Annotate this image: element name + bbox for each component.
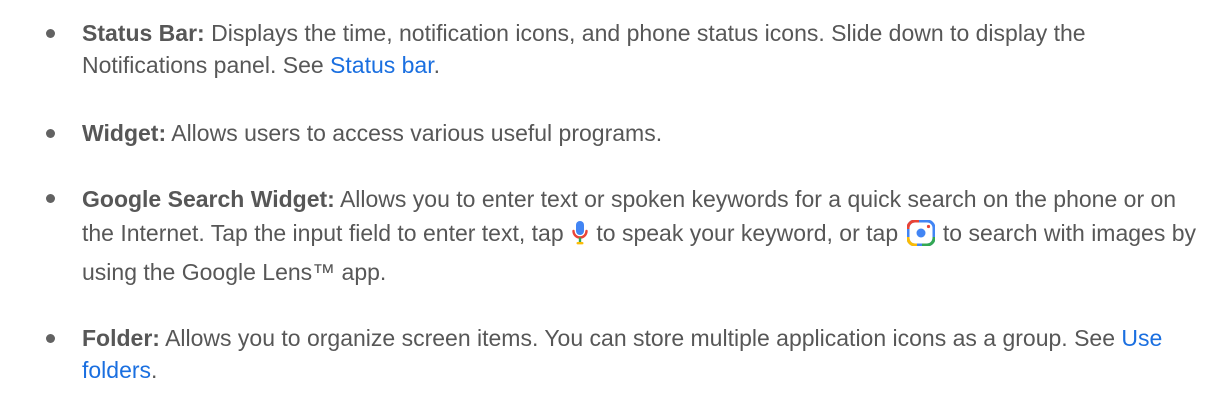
description-text: Allows users to access various useful pr… bbox=[166, 120, 663, 146]
list-item-text: Status Bar: Displays the time, notificat… bbox=[82, 17, 1202, 81]
term-label: Google Search Widget: bbox=[82, 186, 335, 212]
bullet-icon bbox=[46, 334, 55, 343]
punctuation: . bbox=[151, 357, 158, 383]
term-label: Status Bar: bbox=[82, 20, 205, 46]
microphone-icon bbox=[572, 220, 588, 255]
term-label: Folder: bbox=[82, 325, 160, 351]
bullet-icon bbox=[46, 129, 55, 138]
punctuation: . bbox=[433, 52, 441, 78]
list-item-text: Google Search Widget: Allows you to ente… bbox=[82, 182, 1202, 289]
description-text: Allows you to organize screen items. You… bbox=[159, 325, 1122, 351]
google-lens-icon bbox=[906, 219, 936, 255]
list-item-text: Widget: Allows users to access various u… bbox=[82, 117, 1202, 149]
description-text: to speak your keyword, or tap bbox=[590, 220, 905, 246]
bullet-icon bbox=[46, 194, 55, 203]
list-item-text: Folder: Allows you to organize screen it… bbox=[82, 322, 1202, 386]
bullet-icon bbox=[46, 29, 55, 38]
description-text: Displays the time, notification icons, a… bbox=[82, 20, 1086, 78]
status-bar-link[interactable]: Status bar bbox=[330, 52, 434, 78]
term-label: Widget: bbox=[82, 120, 167, 146]
